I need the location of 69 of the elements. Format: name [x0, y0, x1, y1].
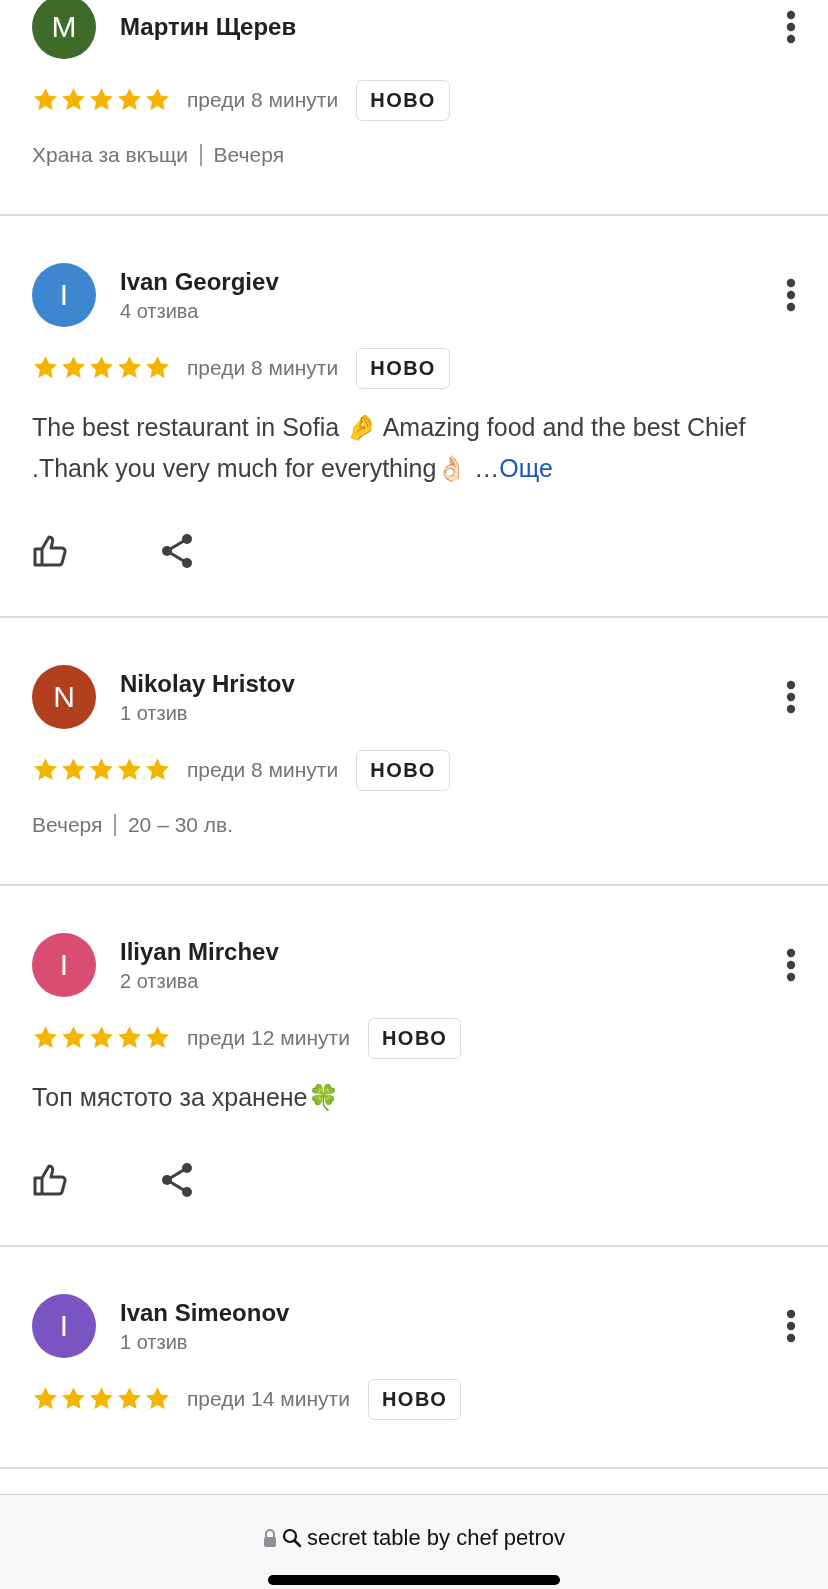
star-icon	[116, 1386, 143, 1412]
star-icon	[116, 757, 143, 783]
star-icon	[88, 355, 115, 381]
review-time: преди 8 минути	[187, 758, 339, 782]
review-count: 1 отзив	[120, 1330, 189, 1354]
star-icon	[60, 1025, 87, 1051]
star-icon	[32, 355, 59, 381]
reviewer-name: Ivan Simeonov	[120, 1298, 291, 1327]
share-icon[interactable]	[160, 533, 194, 569]
new-badge: НОВО	[356, 347, 450, 389]
avatar: I	[32, 263, 96, 327]
avatar: M	[32, 0, 96, 59]
thumbs-up-icon[interactable]	[32, 534, 68, 568]
new-badge: НОВО	[356, 79, 450, 121]
review-count: 1 отзив	[120, 701, 189, 725]
star-icon	[88, 1386, 115, 1412]
search-icon	[282, 1528, 302, 1548]
star-icon	[144, 355, 171, 381]
star-icon	[32, 1386, 59, 1412]
avatar: I	[32, 933, 96, 997]
star-icon	[116, 355, 143, 381]
star-icon	[32, 1025, 59, 1051]
star-icon	[60, 757, 87, 783]
avatar: I	[32, 1294, 96, 1358]
review-time: преди 14 минути	[187, 1387, 350, 1411]
star-icon	[60, 355, 87, 381]
star-icon	[32, 87, 59, 113]
star-icon	[144, 87, 171, 113]
star-icon	[60, 1386, 87, 1412]
reviewer-name: Ivan Georgiev	[120, 267, 280, 296]
star-icon	[32, 757, 59, 783]
url-text: secret table by chef petrov	[307, 1525, 565, 1551]
lock-icon	[263, 1529, 277, 1547]
new-badge: НОВО	[367, 1378, 462, 1420]
review-count: 2 отзива	[120, 969, 200, 993]
more-options-icon[interactable]	[786, 1309, 796, 1343]
star-icon	[116, 1025, 143, 1051]
more-options-icon[interactable]	[786, 680, 796, 714]
star-icon	[88, 1025, 115, 1051]
star-icon	[144, 1025, 171, 1051]
reviewer-name: Iliyan Mirchev	[120, 937, 280, 966]
review-time: преди 12 минути	[187, 1026, 350, 1050]
review-tag: Храна за вкъщи	[32, 143, 189, 167]
review-count: 4 отзива	[120, 299, 200, 323]
more-options-icon[interactable]	[786, 10, 796, 44]
avatar: N	[32, 665, 96, 729]
star-icon	[116, 87, 143, 113]
more-options-icon[interactable]	[786, 948, 796, 982]
star-icon	[88, 87, 115, 113]
reviewer-name: Nikolay Hristov	[120, 669, 296, 698]
review-text: The best restaurant in Sofia 🤌 Amazing food and the best Chief .Thank you very much for everything👌🏻 …Още	[32, 412, 747, 484]
review-time: преди 8 минути	[187, 88, 339, 112]
star-icon	[60, 87, 87, 113]
more-link[interactable]: Още	[499, 454, 553, 482]
star-icon	[88, 757, 115, 783]
share-icon[interactable]	[160, 1162, 194, 1198]
review-text: Топ мястото за хранене🍀	[32, 1082, 340, 1113]
review-time: преди 8 минути	[187, 356, 339, 380]
new-badge: НОВО	[367, 1017, 462, 1059]
thumbs-up-icon[interactable]	[32, 1163, 68, 1197]
star-icon	[144, 1386, 171, 1412]
review-tag: Вечеря	[213, 143, 285, 167]
new-badge: НОВО	[356, 749, 450, 791]
more-options-icon[interactable]	[786, 278, 796, 312]
address-bar[interactable]: secret table by chef petrov	[0, 1494, 828, 1589]
reviewer-name: Мартин Щерев	[120, 13, 298, 41]
review-tag: 20 – 30 лв.	[127, 813, 234, 837]
review-tag: Вечеря	[32, 813, 103, 837]
star-icon	[144, 757, 171, 783]
